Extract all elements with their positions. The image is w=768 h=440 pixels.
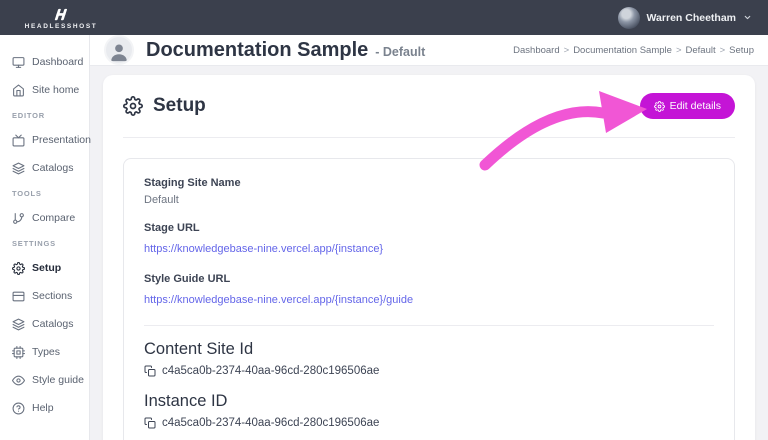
sidebar-item-label: Sections xyxy=(32,290,72,302)
field-staging-site-name: Staging Site Name Default xyxy=(144,177,714,206)
breadcrumb: Dashboard > Documentation Sample > Defau… xyxy=(513,45,754,56)
sidebar-item-site-home[interactable]: Site home xyxy=(12,76,89,104)
sidebar-item-label: Help xyxy=(32,402,54,414)
content-area: Setup Edit details Staging Site Name Def xyxy=(90,66,768,440)
headlesshost-logo-icon xyxy=(51,8,71,21)
field-style-guide-url: Style Guide URL https://knowledgebase-ni… xyxy=(144,273,714,308)
topbar: HEADLESSHOST Warren Cheetham xyxy=(0,0,768,35)
brand-name: HEADLESSHOST xyxy=(25,23,98,30)
user-avatar xyxy=(618,7,640,29)
breadcrumb-separator: > xyxy=(720,45,726,56)
instance-id-block: Instance ID c4a5ca0b-2374-40aa-96cd-280c… xyxy=(144,392,714,429)
id-row: c4a5ca0b-2374-40aa-96cd-280c196506ae xyxy=(144,365,714,377)
sidebar-item-label: Style guide xyxy=(32,374,84,386)
gear-icon xyxy=(123,96,143,116)
divider xyxy=(144,325,714,326)
sidebar-item-types[interactable]: Types xyxy=(12,338,89,366)
sidebar-item-label: Presentation xyxy=(32,134,91,146)
style-guide-url-link[interactable]: https://knowledgebase-nine.vercel.app/{i… xyxy=(144,294,413,306)
presentation-icon xyxy=(12,134,25,147)
field-label: Stage URL xyxy=(144,222,714,234)
breadcrumb-dashboard[interactable]: Dashboard xyxy=(513,45,559,56)
sidebar-item-setup[interactable]: Setup xyxy=(12,254,89,282)
sections-icon xyxy=(12,290,25,303)
user-menu[interactable]: Warren Cheetham xyxy=(618,7,752,29)
sidebar-section-settings: SETTINGS xyxy=(12,232,89,254)
stage-url-link[interactable]: https://knowledgebase-nine.vercel.app/{i… xyxy=(144,243,383,255)
sidebar-item-sections[interactable]: Sections xyxy=(12,282,89,310)
help-icon xyxy=(12,402,25,415)
person-icon xyxy=(108,41,130,63)
layers-icon xyxy=(12,162,25,175)
sidebar-item-catalogs-settings[interactable]: Catalogs xyxy=(12,310,89,338)
breadcrumb-default[interactable]: Default xyxy=(686,45,716,56)
content-site-id-block: Content Site Id c4a5ca0b-2374-40aa-96cd-… xyxy=(144,340,714,377)
breadcrumb-separator: > xyxy=(564,45,570,56)
gear-icon xyxy=(12,262,25,275)
breadcrumb-documentation-sample[interactable]: Documentation Sample xyxy=(573,45,672,56)
copy-icon[interactable] xyxy=(144,417,156,429)
instance-id-heading: Instance ID xyxy=(144,392,714,411)
sidebar-item-presentation[interactable]: Presentation xyxy=(12,126,89,154)
field-stage-url: Stage URL https://knowledgebase-nine.ver… xyxy=(144,222,714,257)
page-header: Documentation Sample - Default Dashboard… xyxy=(90,35,768,66)
setup-card-header: Setup Edit details xyxy=(123,75,735,137)
sidebar-item-label: Compare xyxy=(32,212,75,224)
sidebar-item-catalogs-editor[interactable]: Catalogs xyxy=(12,154,89,182)
sidebar-item-help[interactable]: Help xyxy=(12,394,89,422)
breadcrumb-setup[interactable]: Setup xyxy=(729,45,754,56)
layers-icon xyxy=(12,318,25,331)
page-title: Documentation Sample xyxy=(146,39,368,62)
eye-icon xyxy=(12,374,25,387)
sidebar-item-dashboard[interactable]: Dashboard xyxy=(12,48,89,76)
breadcrumb-separator: > xyxy=(676,45,682,56)
sidebar-item-label: Dashboard xyxy=(32,56,83,68)
gear-icon xyxy=(654,101,665,112)
main-area: Documentation Sample - Default Dashboard… xyxy=(90,35,768,440)
copy-icon[interactable] xyxy=(144,365,156,377)
user-name: Warren Cheetham xyxy=(647,12,736,24)
field-value: Default xyxy=(144,194,714,206)
setup-details-panel: Staging Site Name Default Stage URL http… xyxy=(123,158,735,440)
site-avatar xyxy=(104,35,134,65)
chip-icon xyxy=(12,346,25,359)
brand-logo[interactable]: HEADLESSHOST xyxy=(0,6,122,30)
divider xyxy=(123,137,735,138)
sidebar-item-label: Catalogs xyxy=(32,318,73,330)
sidebar-section-editor: EDITOR xyxy=(12,104,89,126)
chevron-down-icon xyxy=(743,13,752,22)
id-row: c4a5ca0b-2374-40aa-96cd-280c196506ae xyxy=(144,417,714,429)
instance-id-value: c4a5ca0b-2374-40aa-96cd-280c196506ae xyxy=(162,417,379,429)
setup-title: Setup xyxy=(153,95,206,117)
sidebar: Dashboard Site home EDITOR Presentation … xyxy=(0,35,90,440)
setup-card: Setup Edit details Staging Site Name Def xyxy=(103,75,755,440)
sidebar-item-label: Site home xyxy=(32,84,79,96)
field-label: Staging Site Name xyxy=(144,177,714,189)
sidebar-item-compare[interactable]: Compare xyxy=(12,204,89,232)
sidebar-section-tools: TOOLS xyxy=(12,182,89,204)
dashboard-icon xyxy=(12,56,25,69)
sidebar-item-label: Types xyxy=(32,346,60,358)
content-site-id-heading: Content Site Id xyxy=(144,340,714,359)
content-site-id-value: c4a5ca0b-2374-40aa-96cd-280c196506ae xyxy=(162,365,379,377)
home-icon xyxy=(12,84,25,97)
sidebar-item-label: Setup xyxy=(32,262,61,274)
sidebar-item-style-guide[interactable]: Style guide xyxy=(12,366,89,394)
page-subtitle: - Default xyxy=(375,41,425,59)
sidebar-item-label: Catalogs xyxy=(32,162,73,174)
compare-icon xyxy=(12,212,25,225)
field-label: Style Guide URL xyxy=(144,273,714,285)
edit-details-button[interactable]: Edit details xyxy=(640,93,735,119)
edit-details-label: Edit details xyxy=(670,100,721,112)
